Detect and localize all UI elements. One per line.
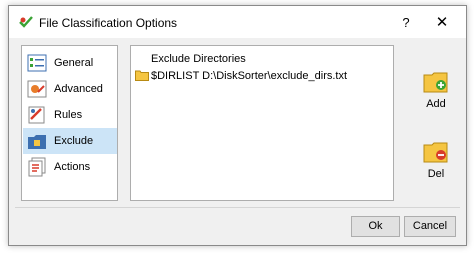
sidebar-item-exclude[interactable]: Exclude [23,128,117,154]
footer-divider [15,207,460,208]
sidebar-item-actions[interactable]: Actions [23,154,117,180]
sidebar-item-general[interactable]: General [23,50,117,76]
list-item-text: $DIRLIST D:\DiskSorter\exclude_dirs.txt [151,70,348,82]
folder-icon [135,69,149,81]
delete-folder-icon [423,140,449,164]
ok-button[interactable]: Ok [351,216,400,237]
list-header: Exclude Directories [151,53,246,65]
window-title: File Classification Options [39,16,178,30]
sidebar-item-label: Advanced [54,83,103,95]
list-item[interactable]: $DIRLIST D:\DiskSorter\exclude_dirs.txt [133,68,391,84]
app-logo-icon [19,16,33,28]
general-icon [27,53,47,73]
exclude-directories-list[interactable]: Exclude Directories $DIRLIST D:\DiskSort… [130,45,394,201]
rules-icon [27,105,47,125]
sidebar-item-label: General [54,57,94,69]
add-label: Add [426,98,446,110]
advanced-icon [27,79,47,99]
add-folder-icon [423,70,449,94]
exclude-icon [27,131,47,151]
cancel-button[interactable]: Cancel [404,216,456,237]
close-button[interactable]: ✕ [427,13,457,33]
sidebar-item-label: Exclude [54,135,94,147]
dialog-window: File Classification Options ? ✕ General [8,5,467,246]
del-button[interactable]: Del [416,140,456,188]
sidebar-item-advanced[interactable]: Advanced [23,76,117,102]
title-bar: File Classification Options ? ✕ [9,6,466,38]
del-label: Del [427,168,445,180]
help-button[interactable]: ? [393,13,419,33]
actions-icon [27,157,47,177]
sidebar-item-label: Actions [54,161,91,173]
add-button[interactable]: Add [416,70,456,118]
sidebar-item-rules[interactable]: Rules [23,102,117,128]
category-list: General Advanced Rules Exclude Actions [21,45,118,201]
sidebar-item-label: Rules [54,109,83,121]
